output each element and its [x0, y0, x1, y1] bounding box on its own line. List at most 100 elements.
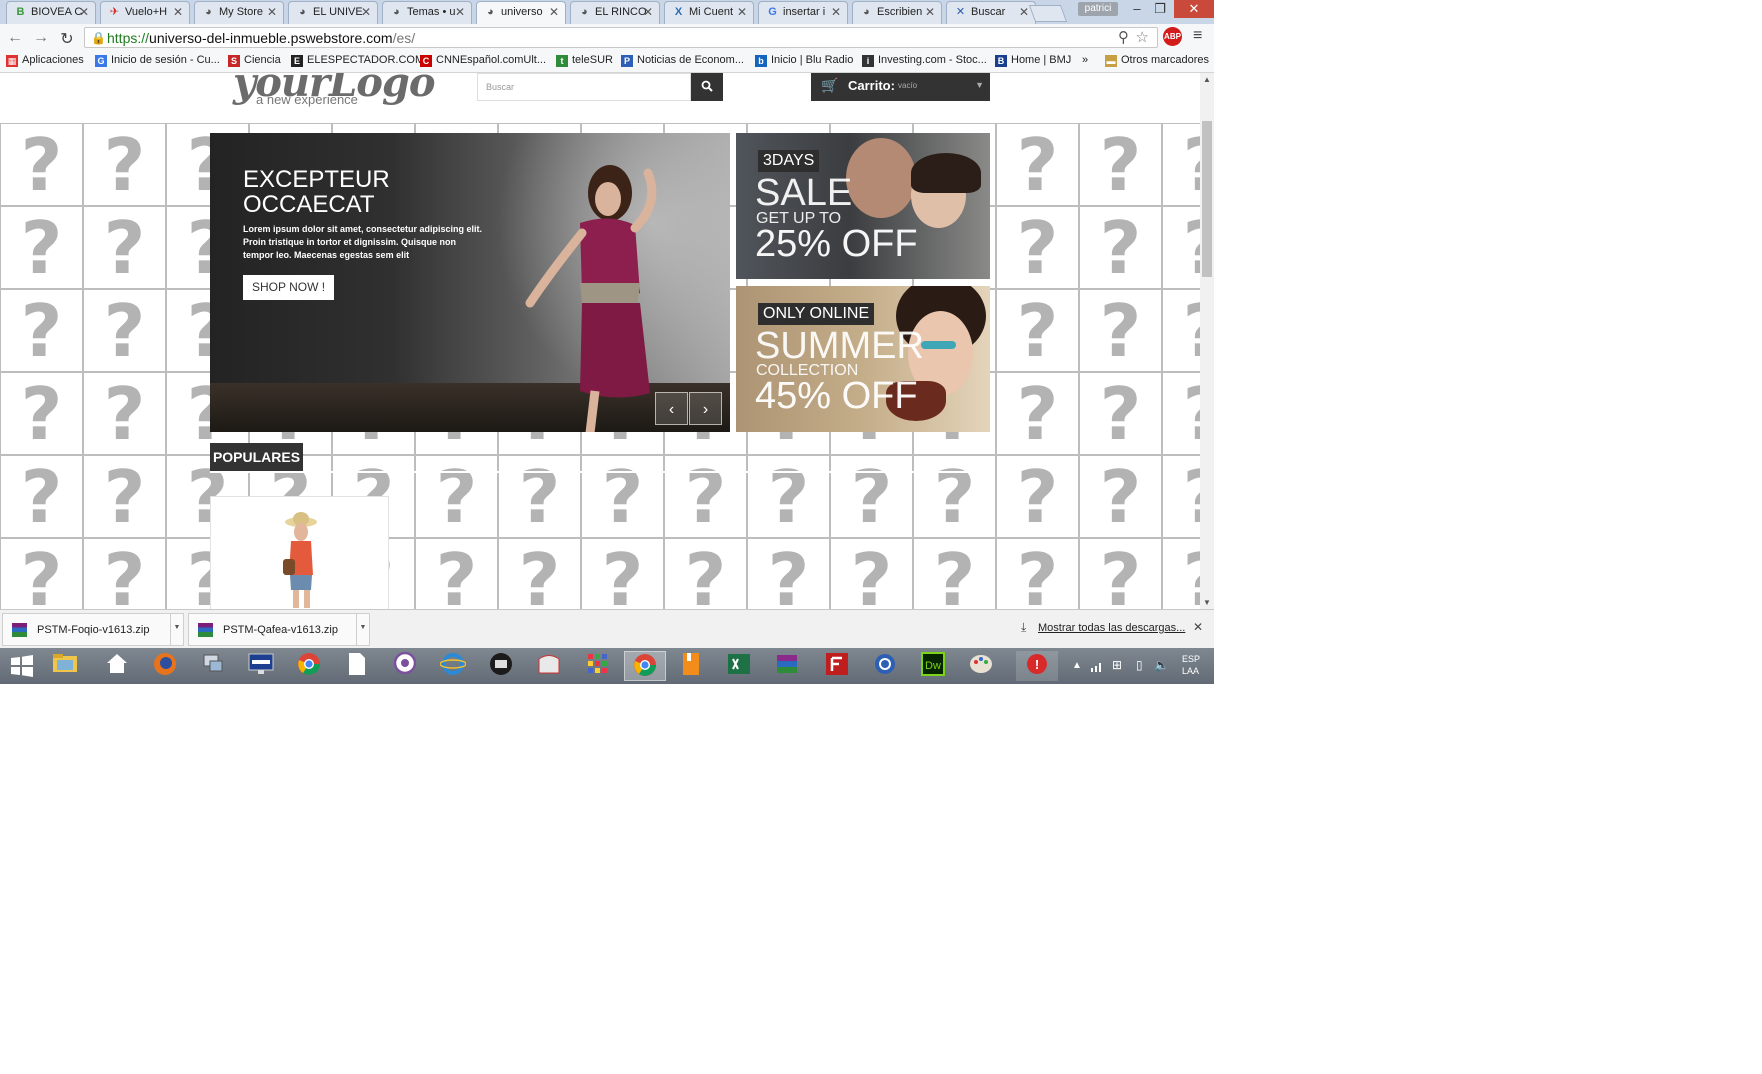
minimize-icon[interactable]: – — [1128, 0, 1146, 18]
bookmark-item[interactable]: E ELESPECTADOR.COM — [291, 54, 424, 67]
tab-close-icon[interactable]: ✕ — [79, 5, 89, 19]
connection-icon[interactable] — [864, 651, 906, 681]
tray-expand-icon[interactable]: ▲ — [1072, 660, 1082, 671]
browser-tab[interactable]: ◕ Temas • u ✕ — [382, 1, 472, 24]
window-close-icon[interactable]: ✕ — [1174, 0, 1214, 18]
bookmark-item[interactable]: G Inicio de sesión - Cu... — [95, 54, 220, 67]
file-explorer-icon[interactable] — [44, 651, 86, 681]
security-alert-icon[interactable]: ! — [1016, 651, 1058, 681]
bookmark-item[interactable]: P Noticias de Econom... — [621, 54, 744, 67]
chrome-icon[interactable] — [288, 651, 330, 681]
media-player-icon[interactable] — [480, 651, 522, 681]
dreamweaver-icon[interactable]: Dw — [912, 651, 954, 681]
lenovo-monitor-icon[interactable] — [240, 651, 282, 681]
product-card[interactable] — [210, 496, 389, 609]
language-indicator[interactable]: ESP LAA — [1182, 653, 1200, 677]
browser-tab[interactable]: X Mi Cuent ✕ — [664, 1, 754, 24]
reload-icon[interactable]: ↻ — [58, 29, 76, 49]
browser-tab[interactable]: B BIOVEA C ✕ — [6, 1, 96, 24]
google-icon: G — [95, 55, 107, 67]
bookmark-item[interactable]: i Investing.com - Stoc... — [862, 54, 987, 67]
apps-grid-icon[interactable] — [576, 651, 618, 681]
close-icon[interactable]: ✕ — [1193, 620, 1203, 634]
slider-prev-icon[interactable]: ‹ — [655, 392, 688, 425]
excel-icon[interactable] — [718, 651, 760, 681]
bookmark-item[interactable]: C CNNEspañol.comUlt... — [420, 54, 546, 67]
windows-start-icon[interactable] — [7, 652, 37, 680]
promo-banner-3days[interactable]: 3DAYS SALE GET UP TO 25% OFF — [736, 133, 990, 279]
paint-icon[interactable] — [528, 651, 570, 681]
tab-close-icon[interactable]: ✕ — [643, 5, 653, 19]
bookmark-star-icon[interactable]: ☆ — [1136, 28, 1149, 46]
back-icon[interactable]: ← — [6, 29, 24, 47]
vertical-scrollbar[interactable]: ▲ ▼ — [1200, 73, 1214, 609]
shop-now-button[interactable]: SHOP NOW ! — [243, 275, 334, 300]
browser-tab[interactable]: ◕ EL UNIVE ✕ — [288, 1, 378, 24]
missing-image-placeholder: ? — [498, 538, 581, 609]
bookmark-item[interactable]: S Ciencia — [228, 54, 281, 67]
tab-close-icon[interactable]: ✕ — [267, 5, 277, 19]
chevron-down-icon[interactable]: ▼ — [170, 614, 183, 645]
internet-explorer-icon[interactable] — [432, 651, 474, 681]
network-computer-icon[interactable] — [192, 651, 234, 681]
adblock-icon[interactable]: ABP — [1163, 27, 1182, 46]
main-slider[interactable]: EXCEPTEUR OCCAECAT Lorem ipsum dolor sit… — [210, 133, 730, 432]
new-tab-button[interactable] — [1028, 5, 1068, 22]
bookmark-item[interactable]: B Home | BMJ — [995, 54, 1071, 67]
bookmark-item[interactable]: ▬ Otros marcadores — [1105, 54, 1209, 67]
tab-close-icon[interactable]: ✕ — [925, 5, 935, 19]
signal-icon[interactable] — [1090, 660, 1104, 672]
browser-tab[interactable]: Ginsertar i ✕ — [758, 1, 848, 24]
tab-close-icon[interactable]: ✕ — [361, 5, 371, 19]
browser-tab[interactable]: ◕ universo ✕ — [476, 1, 566, 25]
bookmark-app-icon[interactable] — [670, 651, 712, 681]
tab-close-icon[interactable]: ✕ — [1019, 5, 1029, 19]
download-item[interactable]: PSTM-Foqio-v1613.zip ▼ — [2, 613, 184, 646]
document-icon[interactable] — [336, 651, 378, 681]
battery-icon[interactable]: ▯ — [1136, 658, 1143, 672]
chevron-down-icon[interactable]: ▼ — [356, 614, 369, 645]
browser-tab[interactable]: ✈ Vuelo+H ✕ — [100, 1, 190, 24]
forward-icon[interactable]: → — [32, 29, 50, 47]
populares-tab[interactable]: POPULARES — [210, 443, 303, 471]
restore-icon[interactable]: ❐ — [1150, 0, 1170, 18]
zoom-icon[interactable]: ⚲ — [1118, 28, 1129, 46]
browser-tab[interactable]: ✕ Buscar ✕ — [946, 1, 1036, 24]
browser-tab[interactable]: ◕ EL RINCO ✕ — [570, 1, 660, 24]
bookmark-item[interactable]: » — [1082, 54, 1088, 66]
paint-palette-icon[interactable] — [960, 651, 1002, 681]
slide-title: EXCEPTEUR OCCAECAT — [243, 166, 390, 218]
volume-icon[interactable]: 🔈 — [1154, 658, 1169, 672]
slider-next-icon[interactable]: › — [689, 392, 722, 425]
profile-badge[interactable]: patrici — [1078, 2, 1118, 16]
tab-close-icon[interactable]: ✕ — [549, 5, 559, 19]
tab-close-icon[interactable]: ✕ — [455, 5, 465, 19]
address-bar[interactable]: 🔒 https://universo-del-inmueble.pswebsto… — [84, 27, 1158, 48]
viber-icon[interactable] — [384, 651, 426, 681]
browser-tab[interactable]: ◕ My Store ✕ — [194, 1, 284, 24]
cart-button[interactable]: 🛒 Carrito: vacío ▼ — [811, 73, 990, 101]
scroll-up-icon[interactable]: ▲ — [1200, 75, 1214, 84]
search-button[interactable] — [691, 73, 723, 101]
search-input[interactable]: Buscar — [477, 73, 691, 101]
scroll-thumb[interactable] — [1202, 121, 1212, 277]
action-center-icon[interactable]: ⊞ — [1112, 658, 1122, 672]
promo-banner-summer[interactable]: ONLY ONLINE SUMMER COLLECTION 45% OFF — [736, 286, 990, 432]
tab-close-icon[interactable]: ✕ — [173, 5, 183, 19]
firefox-icon[interactable] — [144, 651, 186, 681]
download-item[interactable]: PSTM-Qafea-v1613.zip ▼ — [188, 613, 370, 646]
tab-close-icon[interactable]: ✕ — [737, 5, 747, 19]
filezilla-icon[interactable] — [816, 651, 858, 681]
investing-icon: i — [862, 55, 874, 67]
bookmark-item[interactable]: b Inicio | Blu Radio — [755, 54, 853, 67]
browser-tab[interactable]: ◕ Escribien ✕ — [852, 1, 942, 24]
home-icon[interactable] — [96, 651, 138, 681]
scroll-down-icon[interactable]: ▼ — [1200, 598, 1214, 607]
winrar-taskbar-icon[interactable] — [766, 651, 808, 681]
menu-icon[interactable]: ≡ — [1193, 27, 1202, 45]
show-all-downloads-link[interactable]: Mostrar todas las descargas... — [1038, 622, 1185, 634]
tab-close-icon[interactable]: ✕ — [831, 5, 841, 19]
chrome-active-icon[interactable] — [624, 651, 666, 681]
bookmark-item[interactable]: ▦ Aplicaciones — [6, 54, 84, 67]
bookmark-item[interactable]: t teleSUR — [556, 54, 613, 67]
